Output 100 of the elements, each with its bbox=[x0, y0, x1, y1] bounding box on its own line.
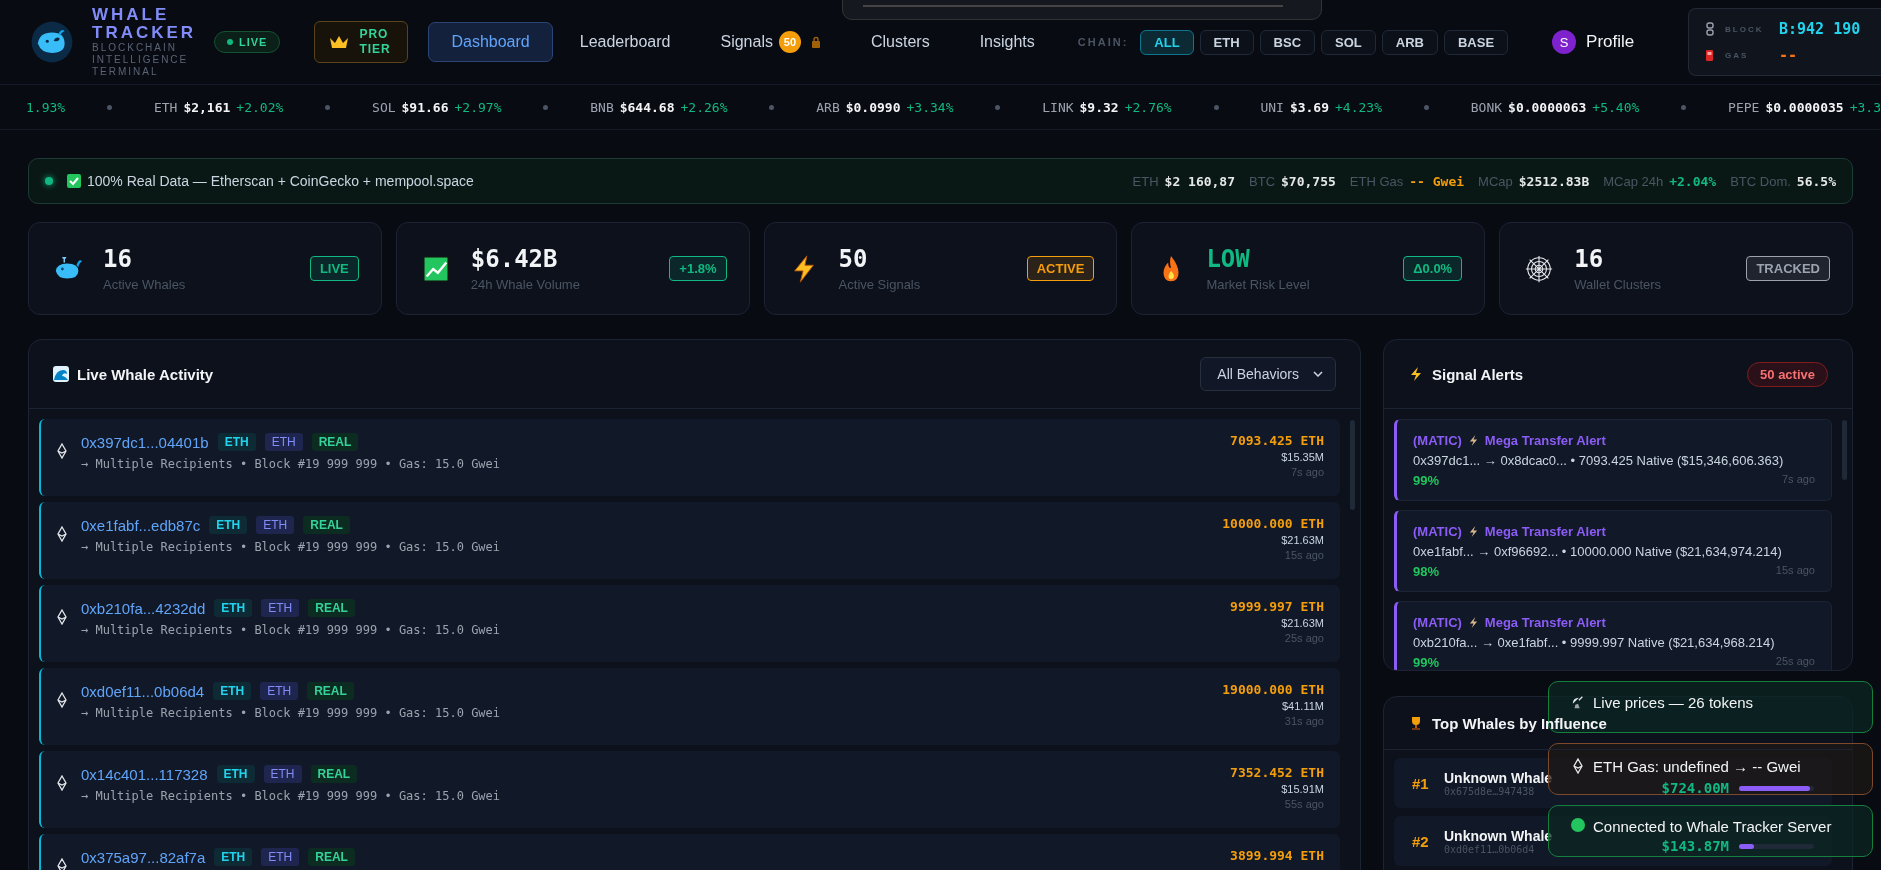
transaction-detail: → Multiple Recipients • Block #19 999 999 • Gas: 15.0 Gwei bbox=[81, 789, 501, 803]
toast-message: Live prices — 26 tokens bbox=[1593, 694, 1754, 711]
stat-value: $6.42B bbox=[470, 245, 559, 273]
block-number: B:942 190 bbox=[1779, 20, 1861, 38]
stat-label: Wallet Clusters bbox=[1574, 277, 1662, 292]
market-stat-value: 56.5% bbox=[1796, 173, 1836, 189]
status-badge: TRACKED bbox=[1746, 256, 1830, 281]
ticker-change: +3.34% bbox=[906, 99, 954, 115]
ticker-change: +2.02% bbox=[236, 99, 284, 115]
gas-label: GAS bbox=[1725, 50, 1750, 60]
wallet-address: 0x675d8e…947438 bbox=[1444, 785, 1536, 797]
ticker-symbol: ETH bbox=[153, 99, 178, 115]
alert-title: Mega Transfer Alert bbox=[1484, 524, 1606, 539]
transaction-detail: → Multiple Recipients • Block #19 999 999 • Gas: 15.0 Gwei bbox=[81, 540, 501, 554]
usd-value: $21.63M bbox=[1281, 617, 1324, 629]
tag-label: REAL bbox=[308, 599, 355, 617]
ticker-change: 1.93% bbox=[26, 99, 66, 115]
tag-label: REAL bbox=[311, 433, 359, 451]
stat-label: Market Risk Level bbox=[1206, 277, 1310, 292]
tag-label: ETH bbox=[209, 516, 248, 534]
timestamp: 25s ago bbox=[1775, 655, 1815, 669]
stat-value: LOW bbox=[1206, 245, 1251, 273]
transaction-detail: → Multiple Recipients • Block #19 999 999 • Gas: 15.0 Gwei bbox=[81, 457, 501, 471]
transaction-detail: → Multiple Recipients • Block #19 999 999 • Gas: 15.0 Gwei bbox=[81, 706, 501, 720]
ticker-symbol: PEPE bbox=[1728, 99, 1760, 115]
avatar-initial: S bbox=[1552, 30, 1577, 54]
tag-label: ETH bbox=[217, 433, 256, 451]
status-badge: LIVE bbox=[309, 256, 359, 281]
alert-detail: 0xb210fa... → 0xe1fabf... • 9999.997 Native ($21,634,968.214) bbox=[1413, 635, 1776, 650]
timestamp: 15s ago bbox=[1284, 549, 1324, 561]
market-stat-label: ETH bbox=[1132, 173, 1159, 189]
tier-label: PRO TIER bbox=[359, 27, 392, 57]
profile-label: Profile bbox=[1586, 32, 1635, 52]
whale-name: Unknown Whale bbox=[1444, 827, 1553, 844]
toast-message: ETH Gas: undefined → -- Gwei bbox=[1593, 758, 1801, 775]
ticker-price: $9.32 bbox=[1079, 99, 1119, 115]
alert-title: Mega Transfer Alert bbox=[1484, 433, 1606, 448]
amount-value: 10000.000 ETH bbox=[1222, 516, 1324, 531]
market-stat-label: MCap bbox=[1478, 173, 1513, 189]
ticker-change: +3.3 bbox=[1849, 99, 1881, 115]
alert-detail: 0xe1fabf... → 0xf96692... • 10000.000 Native ($21,634,974.214) bbox=[1413, 544, 1783, 559]
usd-value: $41.11M bbox=[1282, 700, 1324, 712]
confidence-value: 98% bbox=[1413, 564, 1440, 579]
tag-label: ETH bbox=[216, 765, 255, 783]
ticker-change: +5.40% bbox=[1592, 99, 1640, 115]
alert-chain: (MATIC) bbox=[1413, 433, 1462, 448]
timestamp: 25s ago bbox=[1284, 632, 1324, 644]
block-label: BLOCK bbox=[1725, 24, 1765, 34]
ticker-price: $0.0990 bbox=[845, 99, 901, 115]
ticker-symbol: UNI bbox=[1260, 99, 1284, 115]
timestamp: 7s ago bbox=[1781, 473, 1815, 487]
stat-label: Active Whales bbox=[103, 277, 186, 292]
status-badge: +1.8% bbox=[669, 256, 727, 281]
tag-label: ETH bbox=[260, 682, 299, 700]
panel-title: Top Whales by Influence bbox=[1432, 714, 1607, 732]
chain-label: CHAIN: bbox=[1077, 36, 1129, 48]
transaction-detail: → Multiple Recipients • Block #19 999 999 • Gas: 15.0 Gwei bbox=[81, 623, 501, 637]
holding-value: $143.87M bbox=[1661, 838, 1729, 854]
tag-label: REAL bbox=[307, 682, 354, 700]
ticker-symbol: BONK bbox=[1470, 99, 1503, 115]
stat-value: 16 bbox=[1574, 245, 1605, 273]
tag-label: REAL bbox=[310, 765, 358, 783]
panel-title: Live Whale Activity bbox=[77, 365, 214, 383]
ticker-symbol: LINK bbox=[1042, 99, 1074, 115]
market-stat-value: $2512.83B bbox=[1518, 173, 1590, 189]
ticker-price: $644.68 bbox=[619, 99, 675, 115]
amount-value: 7093.425 ETH bbox=[1230, 433, 1324, 448]
amount-value: 9999.997 ETH bbox=[1230, 599, 1324, 614]
ticker-price: $0.0000035 bbox=[1765, 99, 1844, 115]
status-badge: Δ0.0% bbox=[1403, 256, 1463, 281]
tag-label: ETH bbox=[264, 433, 303, 451]
active-count-badge: 50 active bbox=[1747, 361, 1828, 387]
usd-value: $15.35M bbox=[1281, 451, 1324, 463]
timestamp: 31s ago bbox=[1284, 715, 1324, 727]
count-badge: 50 bbox=[778, 31, 801, 53]
alert-chain: (MATIC) bbox=[1413, 615, 1462, 630]
amount-value: 19000.000 ETH bbox=[1222, 682, 1324, 697]
stat-value: 16 bbox=[103, 245, 133, 273]
timestamp: 55s ago bbox=[1284, 798, 1324, 810]
whale-name: Unknown Whale bbox=[1444, 769, 1553, 786]
amount-value: 3899.994 ETH bbox=[1230, 848, 1324, 863]
usd-value: $21.63M bbox=[1281, 534, 1324, 546]
confidence-value: 99% bbox=[1413, 655, 1440, 670]
ticker-symbol: SOL bbox=[372, 99, 396, 115]
rank-number: #1 bbox=[1412, 774, 1430, 792]
rank-number: #2 bbox=[1412, 832, 1430, 850]
stat-label: Active Signals bbox=[838, 277, 921, 292]
ticker-symbol: ARB bbox=[816, 99, 840, 115]
tag-label: ETH bbox=[214, 599, 253, 617]
stat-value: 50 bbox=[838, 245, 869, 273]
timestamp: 7s ago bbox=[1290, 466, 1324, 478]
ticker-price: $3.69 bbox=[1289, 99, 1330, 115]
market-stat-value: +2.04% bbox=[1669, 173, 1717, 189]
ticker-change: +2.26% bbox=[680, 99, 728, 115]
market-stat-value: $70,755 bbox=[1281, 173, 1336, 189]
live-status-badge: LIVE bbox=[214, 31, 281, 53]
tag-label: ETH bbox=[214, 848, 253, 866]
toast-message: Connected to Whale Tracker Server bbox=[1593, 818, 1832, 835]
market-stat-value: $2 160,87 bbox=[1164, 173, 1236, 189]
tag-label: ETH bbox=[261, 599, 300, 617]
